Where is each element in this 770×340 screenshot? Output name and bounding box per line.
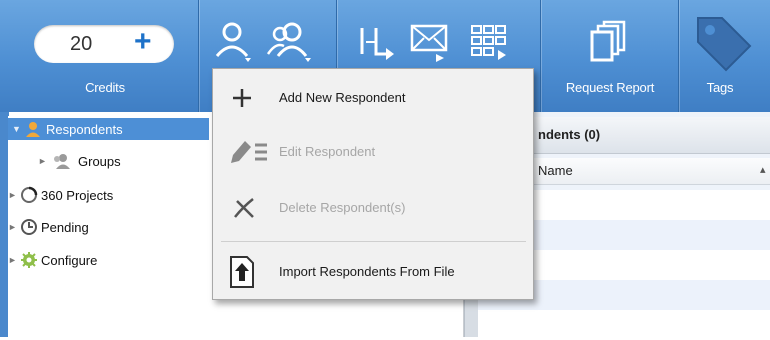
- clock-icon: [21, 219, 37, 235]
- users-icon: [266, 22, 311, 62]
- grid-icon: [471, 25, 506, 60]
- tree-item-360-projects[interactable]: ► 360 Projects: [8, 184, 113, 206]
- credits-label: Credits: [85, 80, 125, 95]
- menu-item-label: Add New Respondent: [279, 90, 406, 105]
- tree-item-label: Pending: [41, 219, 89, 235]
- grid-title: ndents (0): [538, 127, 601, 142]
- documents-icon: [590, 20, 626, 62]
- menu-item-label: Import Respondents From File: [279, 264, 455, 279]
- request-report-button[interactable]: [588, 20, 628, 69]
- tree-item-label: Configure: [41, 252, 98, 268]
- sort-caret-icon: ▴: [760, 164, 766, 176]
- branch-arrow-icon: [360, 28, 394, 60]
- user-icon: [26, 122, 40, 137]
- tree-item-label: 360 Projects: [41, 187, 114, 203]
- grid-export-button[interactable]: [470, 24, 510, 69]
- toolbar-divider: [678, 0, 679, 112]
- gear-icon: [21, 252, 37, 268]
- expand-arrow-icon[interactable]: ►: [8, 255, 20, 265]
- groups-menu-button[interactable]: [266, 20, 316, 69]
- tree-item-label: Respondents: [46, 121, 123, 137]
- upload-arrow-icon: [230, 256, 254, 288]
- menu-item-delete-respondents[interactable]: Delete Respondent(s): [213, 187, 533, 229]
- toolbar-divider: [198, 0, 199, 112]
- tags-button[interactable]: [694, 14, 754, 79]
- plus-icon: [233, 89, 251, 107]
- expand-arrow-icon[interactable]: ►: [8, 190, 20, 200]
- tags-label: Tags: [706, 80, 734, 95]
- credits-value: 20: [70, 33, 93, 55]
- email-button[interactable]: [410, 24, 450, 69]
- expand-arrow-icon[interactable]: ►: [8, 222, 20, 232]
- column-name-label: Name: [538, 163, 573, 178]
- envelope-arrow-icon: [410, 24, 448, 62]
- tree-item-groups[interactable]: ► Groups: [38, 150, 121, 172]
- menu-item-add-new-respondent[interactable]: Add New Respondent: [213, 77, 533, 119]
- cycle-icon: [21, 186, 38, 203]
- respondent-dropdown-menu: Add New Respondent Edit Respondent Delet…: [212, 68, 534, 300]
- pencil-list-icon: [231, 141, 267, 163]
- credits-counter[interactable]: 20 +: [34, 25, 174, 63]
- users-icon: [54, 154, 70, 169]
- menu-item-edit-respondent[interactable]: Edit Respondent: [213, 131, 533, 173]
- menu-item-label: Delete Respondent(s): [279, 200, 406, 215]
- x-icon: [234, 198, 254, 218]
- tree-item-respondents[interactable]: ▼ Respondents: [8, 118, 209, 140]
- tag-icon: [697, 17, 752, 72]
- table-row[interactable]: [478, 310, 770, 340]
- expand-arrow-icon[interactable]: ►: [38, 156, 50, 166]
- assign-button[interactable]: [356, 24, 396, 69]
- respondent-menu-button[interactable]: [214, 20, 254, 69]
- user-icon: [215, 22, 251, 62]
- request-report-label: Request Report: [565, 80, 655, 95]
- add-credits-button[interactable]: +: [134, 27, 152, 57]
- menu-separator: [221, 241, 526, 242]
- menu-item-import-respondents[interactable]: Import Respondents From File: [213, 251, 533, 293]
- tree-item-pending[interactable]: ► Pending: [8, 216, 89, 238]
- tree-item-label: Groups: [78, 153, 121, 169]
- toolbar-divider: [540, 0, 541, 112]
- menu-item-label: Edit Respondent: [279, 144, 376, 159]
- tree-item-configure[interactable]: ► Configure: [8, 249, 97, 271]
- expand-arrow-icon[interactable]: ▼: [12, 124, 24, 134]
